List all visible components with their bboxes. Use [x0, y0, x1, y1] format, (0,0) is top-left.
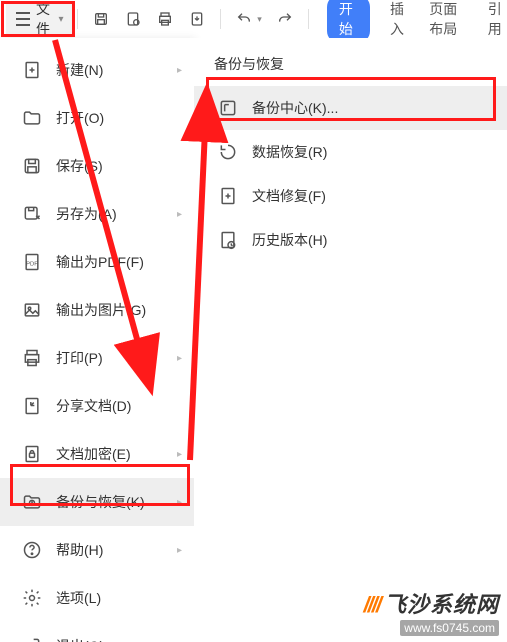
save-icon — [22, 156, 42, 176]
tab-start[interactable]: 开始 — [327, 0, 370, 43]
menu-item-open[interactable]: 打开(O) — [0, 94, 194, 142]
menu-item-label: 保存(S) — [56, 156, 103, 176]
submenu-item-label: 备份中心(K)... — [252, 98, 338, 118]
submenu-item-history[interactable]: 历史版本(H) — [194, 218, 507, 262]
undo-icon[interactable] — [235, 10, 253, 28]
repair-icon — [218, 186, 238, 206]
menu-item-label: 帮助(H) — [56, 540, 103, 560]
menu-item-backup-restore[interactable]: 备份与恢复(K) ▸ — [0, 478, 194, 526]
print-icon — [22, 348, 42, 368]
chevron-right-icon: ▸ — [177, 209, 182, 220]
submenu-item-data-recovery[interactable]: 数据恢复(R) — [194, 130, 507, 174]
menu-item-help[interactable]: 帮助(H) ▸ — [0, 526, 194, 574]
file-menu-button[interactable]: 文件 ▾ — [6, 4, 73, 34]
file-menu-dropdown: 新建(N) ▸ 打开(O) 保存(S) 另存为(A) ▸ PDF — [0, 38, 507, 642]
save-as-icon — [22, 204, 42, 224]
menu-item-label: 输出为PDF(F) — [56, 252, 144, 272]
redo-icon[interactable] — [276, 10, 294, 28]
top-toolbar: 文件 ▾ ▾ 开始 插入 页面布局 引用 — [0, 0, 507, 39]
chevron-right-icon: ▸ — [177, 449, 182, 460]
file-menu-left: 新建(N) ▸ 打开(O) 保存(S) 另存为(A) ▸ PDF — [0, 38, 194, 642]
print-preview-icon[interactable] — [124, 10, 142, 28]
print-icon[interactable] — [156, 10, 174, 28]
backup-restore-submenu: 备份与恢复 备份中心(K)... 数据恢复(R) 文档修复(F) 历史版本(H) — [194, 38, 507, 642]
open-icon — [22, 108, 42, 128]
history-icon — [218, 230, 238, 250]
export-icon[interactable] — [188, 10, 206, 28]
chevron-right-icon: ▸ — [177, 497, 182, 508]
menu-item-label: 分享文档(D) — [56, 396, 131, 416]
image-icon — [22, 300, 42, 320]
menu-item-share[interactable]: 分享文档(D) — [0, 382, 194, 430]
file-menu-label: 文件 — [36, 0, 52, 39]
save-icon[interactable] — [92, 10, 110, 28]
menu-item-options[interactable]: 选项(L) — [0, 574, 194, 622]
menu-item-save-as[interactable]: 另存为(A) ▸ — [0, 190, 194, 238]
tab-insert[interactable]: 插入 — [390, 0, 409, 39]
new-icon — [22, 60, 42, 80]
undo-dropdown-icon[interactable]: ▾ — [257, 14, 262, 25]
chevron-right-icon: ▸ — [177, 65, 182, 76]
lock-icon — [22, 444, 42, 464]
menu-item-label: 文档加密(E) — [56, 444, 131, 464]
submenu-item-label: 数据恢复(R) — [252, 142, 327, 162]
submenu-item-doc-repair[interactable]: 文档修复(F) — [194, 174, 507, 218]
gear-icon — [22, 588, 42, 608]
tab-page-layout[interactable]: 页面布局 — [429, 0, 467, 39]
quick-access-toolbar: ▾ — [92, 9, 309, 29]
submenu-item-label: 历史版本(H) — [252, 230, 327, 250]
ribbon-tabs: 开始 插入 页面布局 引用 — [327, 0, 507, 43]
menu-item-label: 新建(N) — [56, 60, 103, 80]
menu-item-new[interactable]: 新建(N) ▸ — [0, 46, 194, 94]
divider — [220, 9, 221, 29]
tab-reference[interactable]: 引用 — [488, 0, 507, 39]
backup-center-icon — [218, 98, 238, 118]
backup-icon — [22, 492, 42, 512]
menu-item-exit[interactable]: 退出(Q) — [0, 622, 194, 642]
submenu-item-label: 文档修复(F) — [252, 186, 326, 206]
menu-item-label: 另存为(A) — [56, 204, 117, 224]
share-icon — [22, 396, 42, 416]
pdf-icon: PDF — [22, 252, 42, 272]
menu-item-label: 退出(Q) — [56, 636, 104, 642]
menu-item-print[interactable]: 打印(P) ▸ — [0, 334, 194, 382]
menu-item-export-pdf[interactable]: PDF 输出为PDF(F) — [0, 238, 194, 286]
divider — [308, 9, 309, 29]
menu-item-label: 打印(P) — [56, 348, 103, 368]
submenu-title: 备份与恢复 — [194, 48, 507, 86]
menu-item-encrypt[interactable]: 文档加密(E) ▸ — [0, 430, 194, 478]
svg-text:PDF: PDF — [26, 261, 38, 267]
menu-item-label: 选项(L) — [56, 588, 101, 608]
menu-item-label: 备份与恢复(K) — [56, 492, 145, 512]
menu-item-label: 打开(O) — [56, 108, 104, 128]
menu-item-label: 输出为图片(G) — [56, 300, 146, 320]
hamburger-icon — [16, 10, 30, 28]
exit-icon — [22, 636, 42, 642]
divider — [77, 9, 78, 29]
chevron-down-icon: ▾ — [58, 14, 63, 25]
submenu-item-backup-center[interactable]: 备份中心(K)... — [194, 86, 507, 130]
chevron-right-icon: ▸ — [177, 353, 182, 364]
recovery-icon — [218, 142, 238, 162]
chevron-right-icon: ▸ — [177, 545, 182, 556]
menu-item-save[interactable]: 保存(S) — [0, 142, 194, 190]
menu-item-export-image[interactable]: 输出为图片(G) — [0, 286, 194, 334]
help-icon — [22, 540, 42, 560]
